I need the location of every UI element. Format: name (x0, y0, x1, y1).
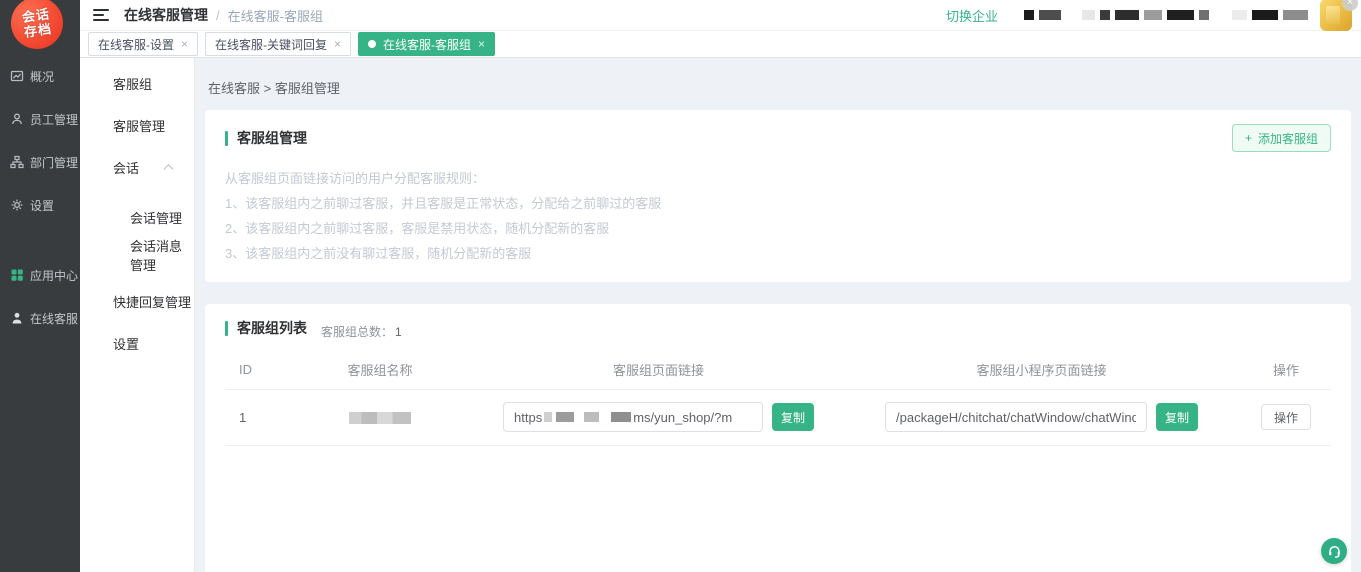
secondary-sidebar: 客服组 客服管理 会话 会话管理 会话消息管理 快捷回复管理 设置 (80, 58, 195, 572)
content-breadcrumb: 在线客服 > 客服组管理 (195, 58, 1361, 110)
top-header: 在线客服管理 / 在线客服-客服组 切换企业 × (80, 0, 1361, 31)
assignment-rules: 从客服组页面链接访问的用户分配客服规则： 1、该客服组内之前聊过客服，并且客服是… (225, 166, 1331, 266)
help-floating-button[interactable] (1321, 538, 1347, 564)
session-submenu: 会话管理 会话消息管理 (80, 188, 194, 280)
sidebar-item-label: 在线客服 (30, 310, 78, 327)
rule-line: 1、该客服组内之前聊过客服，并且客服是正常状态，分配给之前聊过的客服 (225, 191, 1331, 216)
menu-item-session-message-management[interactable]: 会话消息管理 (80, 236, 194, 274)
group-total: 客服组总数：1 (321, 323, 402, 340)
sidebar-item-app-center[interactable]: 应用中心 (0, 263, 80, 287)
overview-icon (10, 69, 24, 83)
sidebar-item-overview[interactable]: 概况 (0, 64, 80, 88)
breadcrumb-current: 在线客服-客服组 (228, 6, 323, 25)
cell-action: 操作 (1241, 404, 1331, 430)
section-title: 客服组列表 (225, 318, 307, 338)
accent-bar (225, 321, 228, 336)
plus-icon: + (1245, 131, 1252, 145)
copy-miniprogram-link-button[interactable]: 复制 (1156, 403, 1198, 431)
sidebar-item-online-service[interactable]: 在线客服 (0, 306, 80, 330)
avatar-close-icon[interactable]: × (1342, 0, 1358, 11)
close-icon[interactable]: × (181, 38, 188, 50)
switch-company-link[interactable]: 切换企业 (946, 6, 998, 25)
row-action-button[interactable]: 操作 (1261, 404, 1311, 430)
header-id: ID (225, 362, 285, 377)
rule-line: 2、该客服组内之前聊过客服，客服是禁用状态，随机分配新的客服 (225, 216, 1331, 241)
chevron-up-icon (164, 164, 174, 174)
main-content: 在线客服 > 客服组管理 客服组管理 + 添加客服组 从客服组页面链接访问的用户… (195, 58, 1361, 572)
employee-icon (10, 112, 24, 126)
active-dot-icon (368, 40, 376, 48)
redacted-group-name (349, 412, 411, 424)
section-title: 客服组管理 (225, 128, 307, 148)
sidebar-item-settings[interactable]: 设置 (0, 193, 80, 217)
menu-item-service-group[interactable]: 客服组 (80, 62, 194, 104)
page-link-input[interactable]: https ms/yun_shop/?m (503, 402, 763, 432)
tab-label: 在线客服-关键词回复 (215, 36, 327, 53)
tab-label: 在线客服-客服组 (383, 36, 471, 53)
tab-keyword-reply[interactable]: 在线客服-关键词回复 × (205, 32, 351, 56)
person-icon (10, 311, 24, 325)
close-icon[interactable]: × (478, 38, 485, 50)
primary-sidebar: 概况 员工管理 部门管理 设置 应用中心 在线客服 (0, 0, 80, 572)
tab-online-service-settings[interactable]: 在线客服-设置 × (88, 32, 198, 56)
tab-service-group[interactable]: 在线客服-客服组 × (358, 32, 495, 56)
sidebar-item-label: 应用中心 (30, 267, 78, 284)
sidebar-item-departments[interactable]: 部门管理 (0, 150, 80, 174)
page-title: 在线客服管理 (124, 5, 208, 25)
sidebar-item-label: 员工管理 (30, 111, 78, 128)
headset-icon (1327, 544, 1342, 559)
department-icon (10, 155, 24, 169)
menu-item-service-management[interactable]: 客服管理 (80, 104, 194, 146)
table-row: 1 https ms/yun_shop/?m 复制 复制 (225, 390, 1331, 446)
group-total-value: 1 (395, 325, 402, 339)
table-header-row: ID 客服组名称 客服组页面链接 客服组小程序页面链接 操作 (225, 350, 1331, 390)
header-action: 操作 (1241, 360, 1331, 379)
menu-item-quick-reply[interactable]: 快捷回复管理 (80, 280, 194, 322)
sidebar-item-employees[interactable]: 员工管理 (0, 107, 80, 131)
accent-bar (225, 131, 228, 146)
breadcrumb-separator: / (216, 8, 220, 23)
menu-item-session-management[interactable]: 会话管理 (80, 198, 194, 236)
cell-id: 1 (225, 410, 285, 425)
sidebar-item-label: 部门管理 (30, 154, 78, 171)
rule-line: 从客服组页面链接访问的用户分配客服规则： (225, 166, 1331, 191)
miniprogram-link-input[interactable] (885, 402, 1147, 432)
sidebar-item-label: 概况 (30, 68, 54, 85)
cell-group-name (285, 410, 475, 425)
collapse-menu-icon[interactable] (93, 9, 109, 21)
cell-page-link: https ms/yun_shop/?m 复制 (475, 402, 842, 432)
redacted-company-info (1024, 10, 1308, 20)
service-group-list-card: 客服组列表 客服组总数：1 ID 客服组名称 客服组页面链接 客服组小程序页面链… (205, 304, 1351, 572)
cell-miniprogram-link: 复制 (842, 402, 1241, 432)
close-icon[interactable]: × (334, 38, 341, 50)
header-page-link: 客服组页面链接 (475, 360, 842, 379)
rule-line: 3、该客服组内之前没有聊过客服，随机分配新的客服 (225, 241, 1331, 266)
add-service-group-button[interactable]: + 添加客服组 (1232, 124, 1331, 152)
gear-icon (10, 198, 24, 212)
sidebar-item-label: 设置 (30, 197, 54, 214)
tab-bar: 在线客服-设置 × 在线客服-关键词回复 × 在线客服-客服组 × (80, 31, 1361, 58)
menu-item-settings[interactable]: 设置 (80, 322, 194, 364)
avatar[interactable]: × (1320, 0, 1352, 31)
menu-item-session[interactable]: 会话 (80, 146, 194, 188)
service-group-table: ID 客服组名称 客服组页面链接 客服组小程序页面链接 操作 1 https m… (225, 350, 1331, 446)
apps-grid-icon (10, 268, 24, 282)
copy-page-link-button[interactable]: 复制 (772, 403, 814, 431)
service-group-management-card: 客服组管理 + 添加客服组 从客服组页面链接访问的用户分配客服规则： 1、该客服… (205, 110, 1351, 282)
header-group-name: 客服组名称 (285, 360, 475, 379)
header-miniprogram-link: 客服组小程序页面链接 (842, 360, 1241, 379)
tab-label: 在线客服-设置 (98, 36, 174, 53)
